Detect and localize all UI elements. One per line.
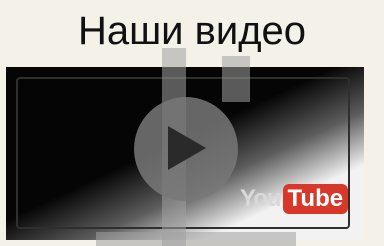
youtube-logo[interactable]: You Tube bbox=[240, 183, 349, 215]
youtube-logo-you: You bbox=[240, 185, 282, 212]
overlay-cross-stub bbox=[222, 56, 250, 102]
overlay-cross-bottom bbox=[96, 232, 296, 246]
youtube-logo-tube: Tube bbox=[282, 184, 349, 214]
play-icon bbox=[168, 126, 206, 170]
video-widget: Наши видео You Tube bbox=[0, 0, 384, 246]
section-title: Наши видео bbox=[77, 9, 307, 53]
